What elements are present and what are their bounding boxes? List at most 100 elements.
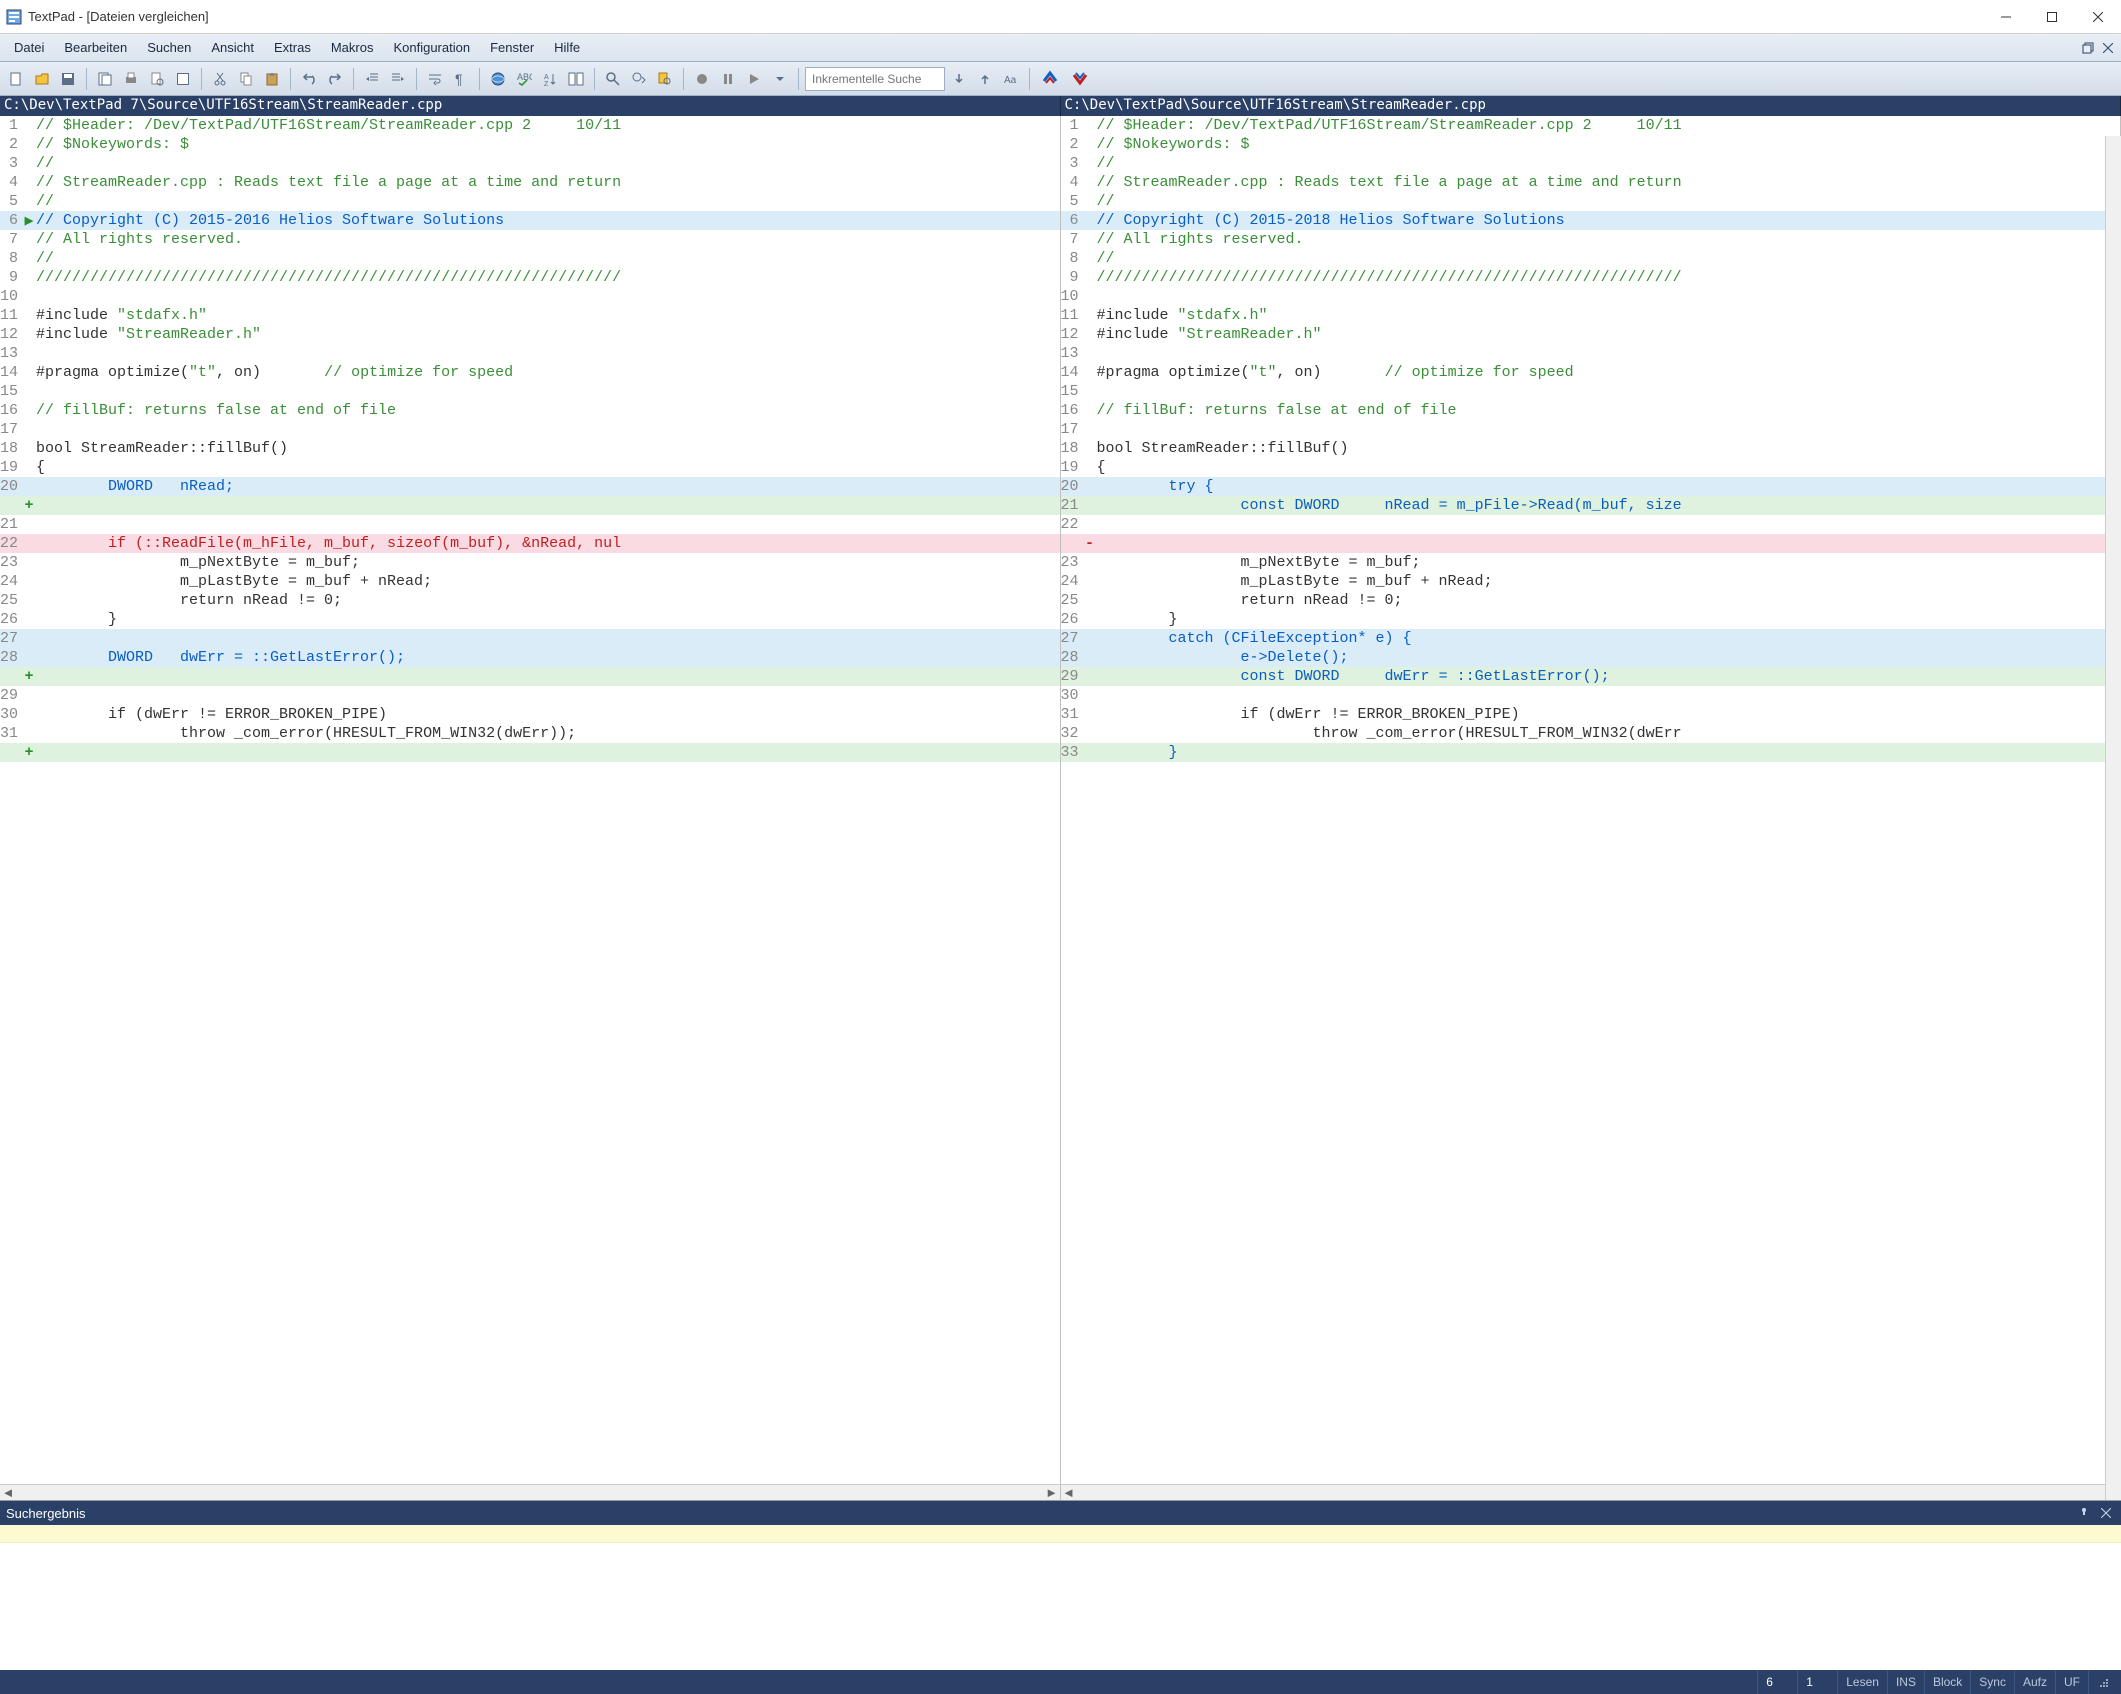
code-line[interactable]: 26 } bbox=[0, 610, 1060, 629]
menu-ansicht[interactable]: Ansicht bbox=[201, 36, 264, 59]
code-line[interactable]: 23 m_pNextByte = m_buf; bbox=[0, 553, 1060, 572]
code-line[interactable]: 1// $Header: /Dev/TextPad/UTF16Stream/St… bbox=[1061, 116, 2121, 135]
code-line[interactable]: + bbox=[0, 496, 1060, 515]
menu-bearbeiten[interactable]: Bearbeiten bbox=[54, 36, 137, 59]
code-line[interactable]: 9///////////////////////////////////////… bbox=[0, 268, 1060, 287]
mdi-restore-icon[interactable] bbox=[2079, 39, 2097, 57]
code-line[interactable]: 12#include "StreamReader.h" bbox=[1061, 325, 2121, 344]
copy-icon[interactable] bbox=[234, 67, 258, 91]
code-line[interactable]: 27 catch (CFileException* e) { bbox=[1061, 629, 2121, 648]
sort-icon[interactable]: AZ bbox=[538, 67, 562, 91]
search-results-body[interactable] bbox=[0, 1525, 2121, 1670]
close-button[interactable] bbox=[2075, 0, 2121, 34]
code-line[interactable]: 19{ bbox=[1061, 458, 2121, 477]
code-line[interactable]: 20 DWORD nRead; bbox=[0, 477, 1060, 496]
code-line[interactable]: 27 bbox=[0, 629, 1060, 648]
code-line[interactable]: 17 bbox=[1061, 420, 2121, 439]
code-line[interactable]: 31 throw _com_error(HRESULT_FROM_WIN32(d… bbox=[0, 724, 1060, 743]
code-line[interactable]: 2// $Nokeywords: $ bbox=[0, 135, 1060, 154]
code-line[interactable]: 6▶// Copyright (C) 2015-2016 Helios Soft… bbox=[0, 211, 1060, 230]
code-line[interactable]: 18bool StreamReader::fillBuf() bbox=[0, 439, 1060, 458]
code-line[interactable]: 22 bbox=[1061, 515, 2121, 534]
code-line[interactable]: 20 try { bbox=[1061, 477, 2121, 496]
search-up-icon[interactable] bbox=[973, 67, 997, 91]
find-icon[interactable] bbox=[601, 67, 625, 91]
code-line[interactable]: 10 bbox=[0, 287, 1060, 306]
code-line[interactable]: 19{ bbox=[0, 458, 1060, 477]
document-manager-icon[interactable] bbox=[93, 67, 117, 91]
menu-makros[interactable]: Makros bbox=[321, 36, 384, 59]
prev-diff-icon[interactable] bbox=[1036, 67, 1064, 91]
code-line[interactable]: 3// bbox=[0, 154, 1060, 173]
maximize-button[interactable] bbox=[2029, 0, 2075, 34]
next-diff-icon[interactable] bbox=[1066, 67, 1094, 91]
match-case-icon[interactable]: Aa bbox=[999, 67, 1023, 91]
code-line[interactable]: 7// All rights reserved. bbox=[0, 230, 1060, 249]
code-line[interactable]: 28 e->Delete(); bbox=[1061, 648, 2121, 667]
undo-icon[interactable] bbox=[297, 67, 321, 91]
code-line[interactable]: 10 bbox=[1061, 287, 2121, 306]
cut-icon[interactable] bbox=[208, 67, 232, 91]
mdi-close-icon[interactable] bbox=[2099, 39, 2117, 57]
code-line[interactable]: 8// bbox=[0, 249, 1060, 268]
search-result-row[interactable] bbox=[0, 1525, 2121, 1543]
play-macro-icon[interactable] bbox=[742, 67, 766, 91]
code-line[interactable]: 7// All rights reserved. bbox=[1061, 230, 2121, 249]
menu-fenster[interactable]: Fenster bbox=[480, 36, 544, 59]
new-file-icon[interactable] bbox=[4, 67, 28, 91]
menu-extras[interactable]: Extras bbox=[264, 36, 321, 59]
resize-grip-icon[interactable] bbox=[2088, 1670, 2117, 1694]
right-hscroll[interactable]: ◄► bbox=[1061, 1484, 2121, 1500]
print-icon[interactable] bbox=[119, 67, 143, 91]
code-line[interactable]: 4// StreamReader.cpp : Reads text file a… bbox=[1061, 173, 2121, 192]
code-line[interactable]: 11#include "stdafx.h" bbox=[1061, 306, 2121, 325]
code-line[interactable]: 28 DWORD dwErr = ::GetLastError(); bbox=[0, 648, 1060, 667]
code-line[interactable]: 21 const DWORD nRead = m_pFile->Read(m_b… bbox=[1061, 496, 2121, 515]
code-line[interactable]: 16// fillBuf: returns false at end of fi… bbox=[1061, 401, 2121, 420]
code-line[interactable]: 29 const DWORD dwErr = ::GetLastError(); bbox=[1061, 667, 2121, 686]
code-line[interactable]: 25 return nRead != 0; bbox=[1061, 591, 2121, 610]
minimize-button[interactable] bbox=[1983, 0, 2029, 34]
search-down-icon[interactable] bbox=[947, 67, 971, 91]
save-icon[interactable] bbox=[56, 67, 80, 91]
code-line[interactable]: 24 m_pLastByte = m_buf + nRead; bbox=[0, 572, 1060, 591]
record-macro-icon[interactable] bbox=[690, 67, 714, 91]
code-line[interactable]: + bbox=[0, 743, 1060, 762]
code-line[interactable]: 30 bbox=[1061, 686, 2121, 705]
code-line[interactable]: 2// $Nokeywords: $ bbox=[1061, 135, 2121, 154]
left-hscroll[interactable]: ◄► bbox=[0, 1484, 1060, 1500]
pilcrow-icon[interactable]: ¶ bbox=[449, 67, 473, 91]
find-in-files-icon[interactable] bbox=[653, 67, 677, 91]
code-line[interactable]: 3// bbox=[1061, 154, 2121, 173]
code-line[interactable]: 29 bbox=[0, 686, 1060, 705]
left-editor[interactable]: 1// $Header: /Dev/TextPad/UTF16Stream/St… bbox=[0, 116, 1060, 1484]
word-wrap-icon[interactable] bbox=[423, 67, 447, 91]
incremental-search-input[interactable] bbox=[805, 67, 945, 91]
menu-konfiguration[interactable]: Konfiguration bbox=[383, 36, 480, 59]
menu-datei[interactable]: Datei bbox=[4, 36, 54, 59]
redo-icon[interactable] bbox=[323, 67, 347, 91]
open-file-icon[interactable] bbox=[30, 67, 54, 91]
code-line[interactable]: - bbox=[1061, 534, 2121, 553]
pin-icon[interactable] bbox=[2075, 1504, 2093, 1522]
indent-icon[interactable] bbox=[386, 67, 410, 91]
spellcheck-icon[interactable]: ABC bbox=[512, 67, 536, 91]
code-line[interactable]: 18bool StreamReader::fillBuf() bbox=[1061, 439, 2121, 458]
scroll-left-icon[interactable]: ◄ bbox=[1061, 1485, 1077, 1501]
code-line[interactable]: 13 bbox=[0, 344, 1060, 363]
code-line[interactable]: 4// StreamReader.cpp : Reads text file a… bbox=[0, 173, 1060, 192]
code-line[interactable]: 33 } bbox=[1061, 743, 2121, 762]
right-editor[interactable]: 1// $Header: /Dev/TextPad/UTF16Stream/St… bbox=[1061, 116, 2121, 1484]
code-line[interactable]: 21 bbox=[0, 515, 1060, 534]
code-line[interactable]: 9///////////////////////////////////////… bbox=[1061, 268, 2121, 287]
paste-icon[interactable] bbox=[260, 67, 284, 91]
code-line[interactable]: 26 } bbox=[1061, 610, 2121, 629]
code-line[interactable]: 22 if (::ReadFile(m_hFile, m_buf, sizeof… bbox=[0, 534, 1060, 553]
code-line[interactable]: + bbox=[0, 667, 1060, 686]
vertical-scrollbar[interactable] bbox=[2105, 136, 2121, 1500]
code-line[interactable]: 11#include "stdafx.h" bbox=[0, 306, 1060, 325]
code-line[interactable]: 14#pragma optimize("t", on) // optimize … bbox=[0, 363, 1060, 382]
code-line[interactable]: 23 m_pNextByte = m_buf; bbox=[1061, 553, 2121, 572]
code-line[interactable]: 30 if (dwErr != ERROR_BROKEN_PIPE) bbox=[0, 705, 1060, 724]
code-line[interactable]: 14#pragma optimize("t", on) // optimize … bbox=[1061, 363, 2121, 382]
